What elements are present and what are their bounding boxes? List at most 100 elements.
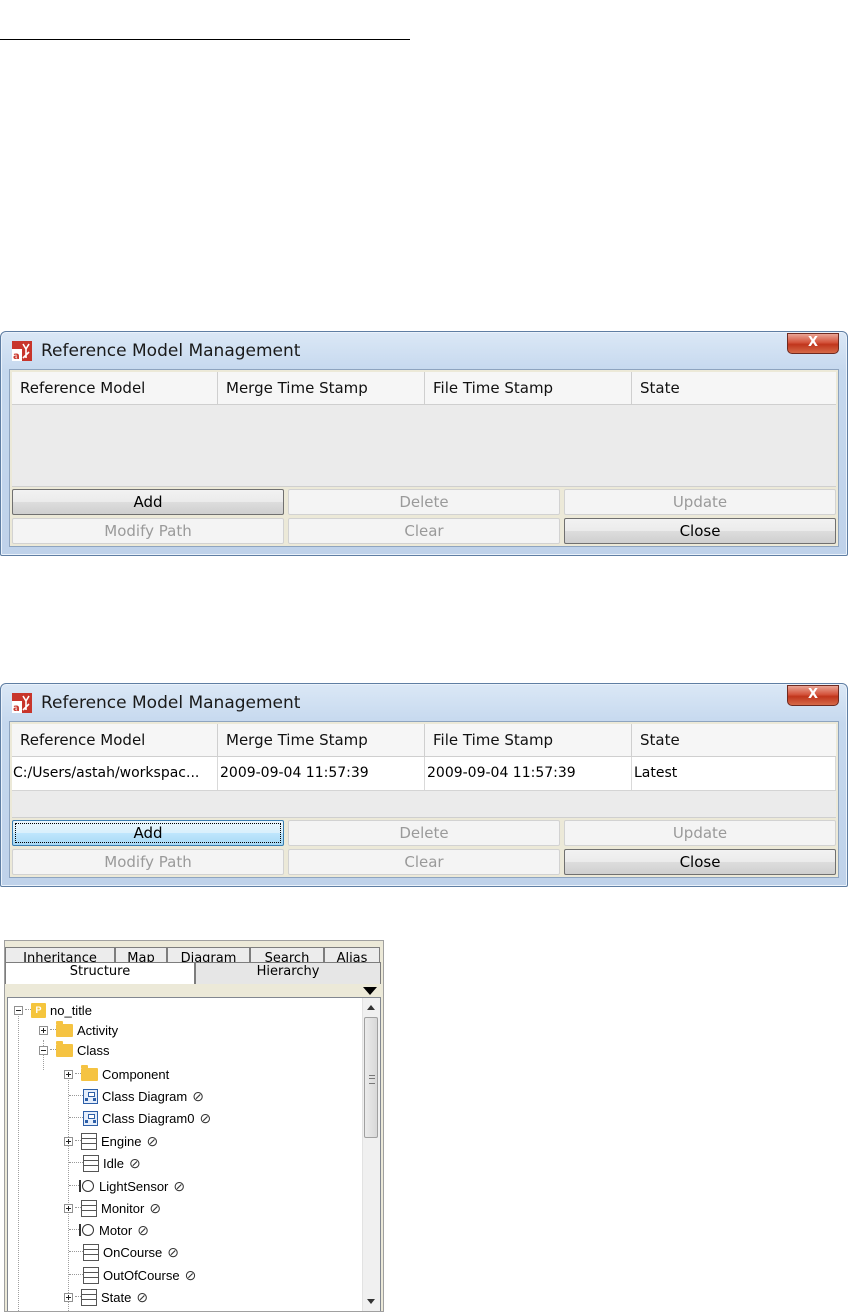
- tree-connector: [69, 1274, 83, 1276]
- modify-path-button[interactable]: Modify Path: [12, 518, 284, 544]
- add-button[interactable]: Add: [12, 489, 284, 515]
- reference-locked-icon: ⊘: [192, 1087, 204, 1104]
- tree-guide-line: [18, 1010, 19, 1311]
- reference-locked-icon: ⊘: [173, 1177, 186, 1194]
- expand-icon[interactable]: [64, 1292, 73, 1302]
- column-header-merge-time-stamp[interactable]: Merge Time Stamp: [218, 724, 425, 756]
- vertical-scrollbar[interactable]: [362, 998, 380, 1311]
- expand-icon[interactable]: [64, 1069, 73, 1079]
- tree-node-label: State: [101, 1289, 132, 1305]
- close-button[interactable]: Close: [564, 849, 836, 875]
- reference-model-dialog-empty: a Reference Model Management X Reference…: [0, 331, 848, 556]
- astah-app-icon: a: [12, 341, 32, 361]
- tree-node-label: Activity: [77, 1022, 119, 1038]
- interface-icon: [79, 1223, 95, 1237]
- scroll-up-arrow-icon[interactable]: [367, 1005, 375, 1010]
- tree-node-label: Engine: [101, 1133, 142, 1149]
- cell-file-time-stamp: 2009-09-04 11:57:39: [425, 757, 632, 790]
- tree-node-class-diagram[interactable]: Class Diagram ⊘: [69, 1086, 204, 1106]
- tree-connector: [69, 1117, 83, 1119]
- tree-node-idle[interactable]: Idle ⊘: [69, 1153, 141, 1173]
- close-window-button[interactable]: X: [787, 333, 839, 354]
- clear-button[interactable]: Clear: [288, 849, 560, 875]
- tree-node-class-diagram0[interactable]: Class Diagram0 ⊘: [69, 1108, 211, 1128]
- tree-node-activity[interactable]: Activity: [39, 1020, 118, 1040]
- table-header: Reference Model Merge Time Stamp File Ti…: [12, 724, 836, 757]
- tree-connector: [69, 1095, 83, 1097]
- tree-node-label: OutOfCourse: [103, 1267, 180, 1283]
- tree-node-engine[interactable]: Engine ⊘: [64, 1131, 158, 1151]
- clear-button[interactable]: Clear: [288, 518, 560, 544]
- tree-node-monitor[interactable]: Monitor ⊘: [64, 1198, 161, 1218]
- delete-button[interactable]: Delete: [288, 820, 560, 846]
- tree-node-state[interactable]: State ⊘: [64, 1287, 148, 1307]
- tree-node-class[interactable]: Class: [39, 1040, 110, 1060]
- reference-locked-icon: ⊘: [136, 1288, 149, 1305]
- expand-icon[interactable]: [64, 1203, 73, 1213]
- tree-node-label: Component: [102, 1066, 170, 1082]
- expand-icon[interactable]: [64, 1136, 73, 1146]
- tree-node-label: LightSensor: [99, 1178, 169, 1194]
- tab-structure[interactable]: Structure: [5, 962, 195, 984]
- scrollbar-thumb[interactable]: [364, 1017, 378, 1138]
- tree-node-label: Motor: [99, 1222, 133, 1238]
- tree-connector: [69, 1162, 83, 1164]
- tree-node-oncourse[interactable]: OnCourse ⊘: [69, 1242, 179, 1262]
- update-button[interactable]: Update: [564, 489, 836, 515]
- button-row-1: Add Delete Update: [12, 489, 836, 515]
- class-diagram-icon: [83, 1088, 98, 1104]
- table-row[interactable]: C:/Users/astah/workspac... 2009-09-04 11…: [12, 757, 836, 791]
- title-bar[interactable]: a Reference Model Management X: [1, 684, 847, 721]
- column-header-state[interactable]: State: [632, 724, 836, 756]
- reference-locked-icon: ⊘: [184, 1266, 197, 1283]
- close-button[interactable]: Close: [564, 518, 836, 544]
- project-icon: P: [31, 1002, 46, 1018]
- column-header-reference-model[interactable]: Reference Model: [12, 372, 218, 404]
- tree-node-lightsensor[interactable]: LightSensor ⊘: [69, 1176, 185, 1196]
- table-body-empty[interactable]: [12, 791, 836, 818]
- tree-node-label: Class Diagram: [102, 1088, 188, 1104]
- tree-node-outofcourse[interactable]: OutOfCourse ⊘: [69, 1265, 196, 1285]
- tab-hierarchy[interactable]: Hierarchy: [195, 962, 381, 984]
- column-header-file-time-stamp[interactable]: File Time Stamp: [425, 724, 632, 756]
- update-button[interactable]: Update: [564, 820, 836, 846]
- interface-icon: [79, 1179, 95, 1193]
- table-body-empty[interactable]: [12, 405, 836, 487]
- reference-locked-icon: ⊘: [146, 1132, 159, 1149]
- button-row-1: Add Delete Update: [12, 820, 836, 846]
- tree-node-motor[interactable]: Motor ⊘: [69, 1220, 149, 1240]
- column-header-state[interactable]: State: [632, 372, 836, 404]
- expand-icon[interactable]: [39, 1025, 48, 1035]
- tab-dropdown-arrow-icon[interactable]: [363, 987, 377, 995]
- delete-button[interactable]: Delete: [288, 489, 560, 515]
- cell-merge-time-stamp: 2009-09-04 11:57:39: [218, 757, 425, 790]
- cell-state: Latest: [632, 757, 836, 790]
- button-row-2: Modify Path Clear Close: [12, 849, 836, 875]
- close-window-button[interactable]: X: [787, 685, 839, 706]
- model-tree: P no_title Activity Class Component Clas…: [7, 997, 381, 1311]
- tree-node-label: Idle: [103, 1155, 124, 1171]
- class-icon: [83, 1243, 99, 1261]
- collapse-icon[interactable]: [14, 1005, 23, 1015]
- column-header-merge-time-stamp[interactable]: Merge Time Stamp: [218, 372, 425, 404]
- tree-node-component[interactable]: Component: [64, 1064, 169, 1084]
- title-bar[interactable]: a Reference Model Management X: [1, 332, 847, 369]
- reference-model-table: Reference Model Merge Time Stamp File Ti…: [12, 724, 836, 791]
- column-header-reference-model[interactable]: Reference Model: [12, 724, 218, 756]
- class-icon: [81, 1288, 97, 1306]
- front-tab-row: Structure Hierarchy: [5, 962, 381, 984]
- reference-locked-icon: ⊘: [199, 1109, 212, 1126]
- add-button[interactable]: Add: [12, 820, 284, 846]
- reference-locked-icon: ⊘: [167, 1243, 179, 1260]
- astah-app-icon: a: [12, 693, 32, 713]
- modify-path-button[interactable]: Modify Path: [12, 849, 284, 875]
- class-icon: [81, 1132, 97, 1150]
- class-icon: [83, 1154, 99, 1172]
- tree-node-no-title[interactable]: P no_title: [14, 1000, 92, 1020]
- scroll-down-arrow-icon[interactable]: [367, 1299, 375, 1304]
- collapse-icon[interactable]: [39, 1045, 48, 1055]
- svg-text:a: a: [13, 351, 20, 361]
- tree-node-label: Class Diagram0: [102, 1110, 195, 1126]
- tree-connector: [69, 1251, 83, 1253]
- column-header-file-time-stamp[interactable]: File Time Stamp: [425, 372, 632, 404]
